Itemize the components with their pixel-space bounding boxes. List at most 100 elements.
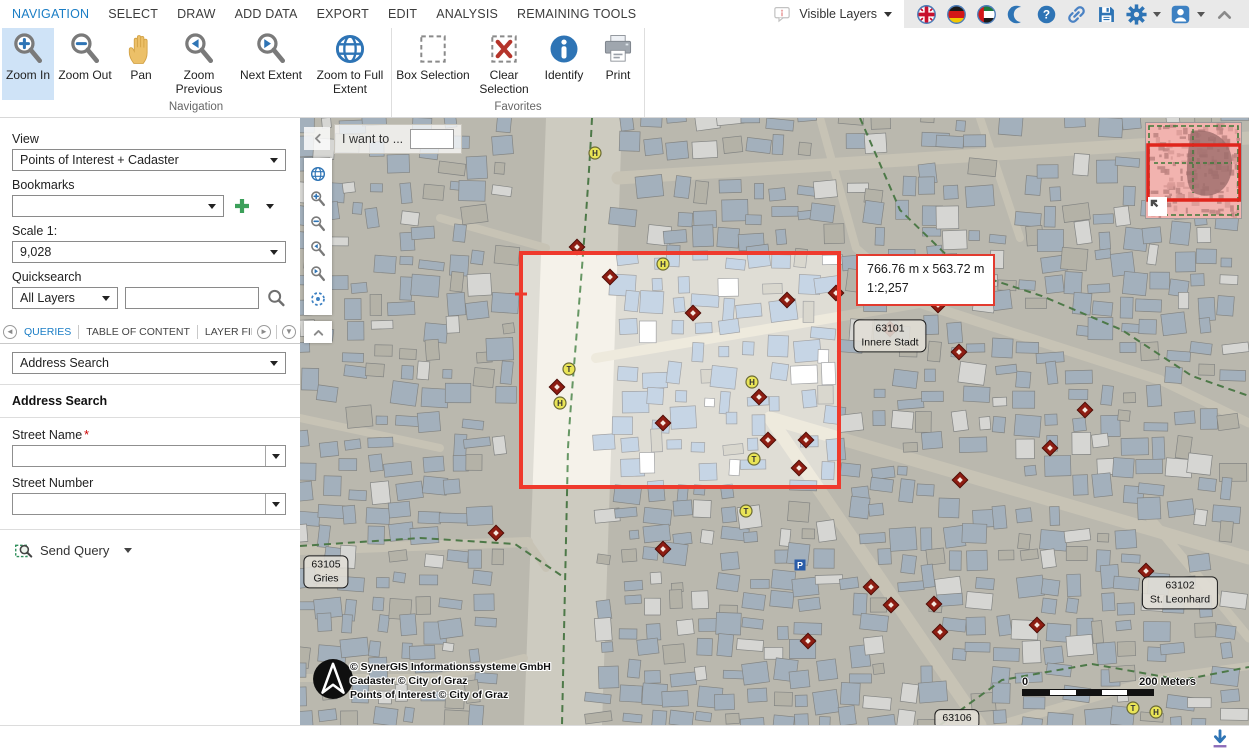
street-name-label: Street Name * [12,428,90,442]
street-name-input[interactable] [13,446,265,466]
menu-edit[interactable]: EDIT [388,7,417,21]
menu-select[interactable]: SELECT [108,7,158,21]
district-label: 63101 Innere Stadt [853,319,927,353]
flag-germany-icon[interactable] [946,4,967,25]
menu-remaining-tools[interactable]: REMAINING TOOLS [517,7,636,21]
quicksearch-layer-select[interactable]: All Layers [12,287,119,309]
ribbon-button-label: Zoom In [5,68,50,82]
chevron-down-icon [102,295,111,301]
night-mode-icon[interactable] [1006,4,1027,25]
divider [0,417,300,418]
overview-collapse-button[interactable] [1148,197,1167,216]
view-select[interactable]: Points of Interest + Cadaster [12,149,286,171]
map-zoom-out-button[interactable] [309,215,327,233]
ribbon-button-label: Pan [130,68,152,82]
selection-scale-text: 1:2,257 [867,281,909,296]
print-button[interactable]: Print [593,28,643,100]
menu-export[interactable]: EXPORT [317,7,369,21]
divider [0,529,300,530]
menu-navigation[interactable]: NAVIGATION [12,7,89,21]
menu-draw[interactable]: DRAW [177,7,216,21]
visible-layers-dropdown[interactable]: Visible Layers [760,0,904,28]
bookmark-menu-caret[interactable] [266,203,274,209]
tab-overflow-button[interactable]: ▼ [282,325,296,339]
settings-icon[interactable] [1126,3,1147,25]
map-tools-collapse-button[interactable] [304,127,330,150]
clear-selection-icon [486,31,522,67]
zoom-full-extent-icon [332,31,368,67]
map-zoom-previous-button[interactable] [309,240,327,258]
copyright-line: Points of Interest © City of Graz [350,689,509,702]
street-number-input[interactable] [13,494,265,514]
menu-add-data[interactable]: ADD DATA [235,7,298,21]
i-want-to-input[interactable] [410,129,455,149]
street-name-dropdown-button[interactable] [265,446,285,466]
flag-uae-icon[interactable] [976,4,997,25]
box-selection-icon [415,31,451,67]
map-tool-panel [304,158,332,315]
collapse-toolbar-icon[interactable] [1214,4,1235,25]
chevron-down-icon [124,548,133,553]
scale-select[interactable]: 9,028 [12,241,286,263]
tab-layer-fil[interactable]: LAYER FIL [203,326,252,338]
menu-analysis[interactable]: ANALYSIS [436,7,498,21]
download-button[interactable] [1209,728,1231,750]
flag-uk-icon[interactable] [916,4,937,25]
pan-button[interactable]: Pan [116,28,166,100]
menubar-right: Visible Layers ? [760,0,1249,28]
svg-text:T: T [567,365,572,374]
svg-text:T: T [1131,704,1136,713]
scale-select-value: 9,028 [20,245,52,259]
map-locate-button[interactable] [309,290,327,308]
divider [78,325,80,339]
chevron-down-icon [208,203,216,209]
clear-selection-button[interactable]: Clear Selection [473,28,535,100]
pan-icon [123,31,159,67]
zoom-full-extent-button[interactable]: Zoom to Full Extent [310,28,390,100]
chevron-down-icon [1153,11,1161,17]
menu-bar: NAVIGATION SELECT DRAW ADD DATA EXPORT EDIT AN… [0,0,1249,28]
topbar-icon-strip: ? [904,0,1249,28]
zoom-in-button[interactable]: Zoom In [2,28,54,100]
send-query-label: Send Query [40,543,110,558]
ribbon-group-label: Favorites [494,101,542,113]
quicksearch-input[interactable] [125,287,260,309]
send-query-button[interactable]: Send Query [14,541,300,560]
map-canvas[interactable]: H H T H H T T T H P I want to ... 766.76 m x 563.… [300,118,1249,725]
add-bookmark-button[interactable] [231,196,253,216]
section-title: Address Search [12,394,108,408]
box-selection-button[interactable]: Box Selection [393,28,473,100]
next-extent-button[interactable]: Next Extent [232,28,310,100]
bookmarks-select[interactable] [12,195,224,217]
overview-map[interactable] [1145,122,1242,219]
user-account-icon[interactable] [1170,4,1191,25]
share-link-icon[interactable] [1066,4,1087,25]
map-base-layer: H H T H H T T T H P [300,118,1249,725]
help-icon[interactable]: ? [1036,4,1057,25]
tab-scroll-left-button[interactable]: ◄ [3,325,17,339]
street-name-combobox [12,445,286,467]
street-number-dropdown-button[interactable] [265,494,285,514]
map-zoom-in-button[interactable] [309,190,327,208]
map-next-extent-button[interactable] [309,265,327,283]
ribbon-group-navigation: Zoom In Zoom Out Pan Zoom Previous Next Exte… [1,28,392,117]
sidebar-panel: View Points of Interest + Cadaster Bookm… [0,118,300,725]
zoom-previous-button[interactable]: Zoom Previous [166,28,232,100]
status-bar [0,725,1249,752]
zoom-out-button[interactable]: Zoom Out [54,28,116,100]
tab-queries[interactable]: QUERIES [22,326,73,338]
required-marker: * [84,428,90,442]
tab-table-of-content[interactable]: TABLE OF CONTENT [84,326,192,338]
district-label: 63102 St. Leonhard [1141,576,1219,610]
overview-globe-button[interactable] [309,165,327,183]
save-icon[interactable] [1096,4,1117,25]
ribbon-button-label: Box Selection [396,68,470,82]
street-number-combobox [12,493,286,515]
quicksearch-button[interactable] [266,287,286,309]
chevron-down-icon [884,11,892,17]
query-select[interactable]: Address Search [12,352,286,374]
identify-button[interactable]: Identify [535,28,593,100]
visible-layers-label: Visible Layers [799,7,877,21]
tab-scroll-right-button[interactable]: ► [257,325,271,339]
map-tools-up-button[interactable] [304,321,332,343]
